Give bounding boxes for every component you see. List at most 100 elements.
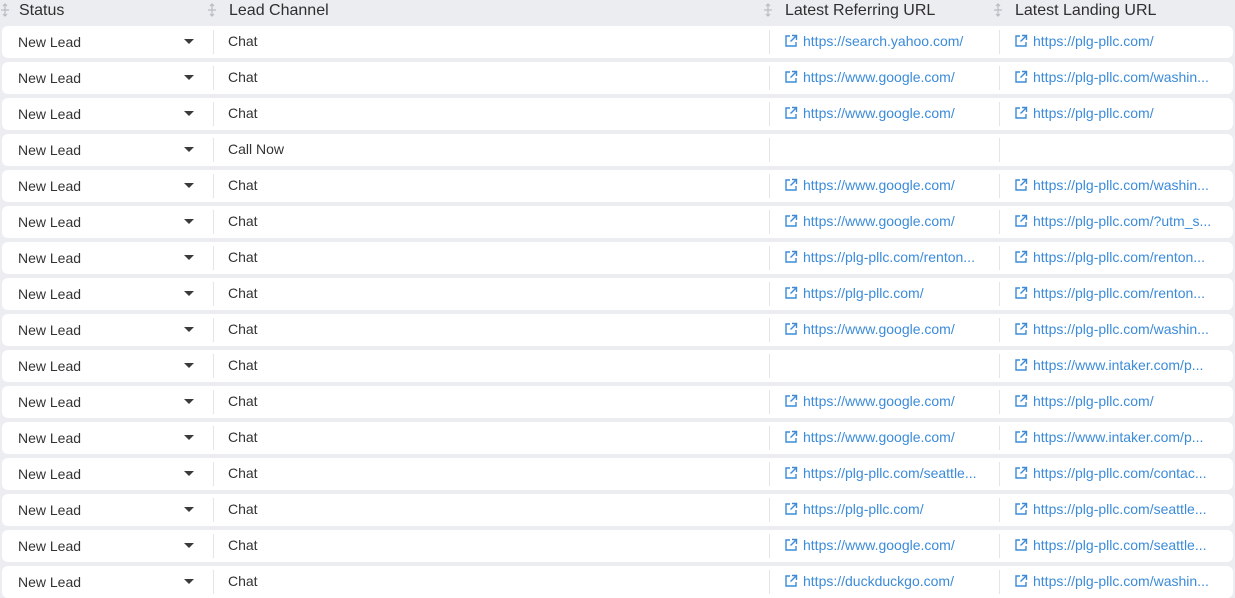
landing-url-link[interactable]: https://plg-pllc.com/washin... [1014,565,1226,597]
external-link-icon[interactable] [1014,574,1028,588]
table-row[interactable]: New Lead Chat https://www.google.com/https… [2,98,1233,130]
table-row[interactable]: New Lead Call Now [2,134,1233,166]
landing-url-link[interactable]: https://www.intaker.com/p... [1014,421,1226,453]
referring-url-link[interactable]: https://duckduckgo.com/ [784,565,996,597]
caret-down-icon[interactable] [184,75,194,80]
external-link-icon[interactable] [1014,322,1028,336]
table-row[interactable]: New Lead Chat https://www.google.com/https… [2,314,1233,346]
external-link-icon[interactable] [1014,538,1028,552]
external-link-icon[interactable] [784,502,798,516]
drag-handle-icon[interactable] [993,3,1003,17]
status-dropdown[interactable]: New Lead [18,98,198,130]
external-link-icon[interactable] [784,466,798,480]
landing-url-link[interactable]: https://plg-pllc.com/ [1014,25,1226,57]
column-header-status[interactable]: Status [19,0,64,22]
external-link-icon[interactable] [1014,178,1028,192]
caret-down-icon[interactable] [184,219,194,224]
external-link-icon[interactable] [784,70,798,84]
drag-handle-icon[interactable] [207,3,217,17]
referring-url-link[interactable]: https://plg-pllc.com/ [784,277,996,309]
caret-down-icon[interactable] [184,363,194,368]
caret-down-icon[interactable] [184,471,194,476]
referring-url-link[interactable]: https://plg-pllc.com/ [784,493,996,525]
external-link-icon[interactable] [784,394,798,408]
landing-url-link[interactable]: https://plg-pllc.com/renton... [1014,241,1226,273]
external-link-icon[interactable] [1014,394,1028,408]
landing-url-link[interactable]: https://plg-pllc.com/washin... [1014,169,1226,201]
external-link-icon[interactable] [1014,34,1028,48]
landing-url-link[interactable]: https://plg-pllc.com/ [1014,385,1226,417]
column-header-latest-landing-url[interactable]: Latest Landing URL [1015,0,1156,22]
caret-down-icon[interactable] [184,399,194,404]
referring-url-link[interactable]: https://www.google.com/ [784,529,996,561]
referring-url-link[interactable]: https://www.google.com/ [784,97,996,129]
landing-url-link[interactable]: https://plg-pllc.com/washin... [1014,313,1226,345]
table-row[interactable]: New Lead Chat https://duckduckgo.com/https… [2,566,1233,598]
status-dropdown[interactable]: New Lead [18,242,198,274]
column-header-lead-channel[interactable]: Lead Channel [229,0,329,22]
table-row[interactable]: New Lead Chat https://www.google.com/https… [2,386,1233,418]
status-dropdown[interactable]: New Lead [18,386,198,418]
external-link-icon[interactable] [784,34,798,48]
caret-down-icon[interactable] [184,543,194,548]
external-link-icon[interactable] [1014,502,1028,516]
status-dropdown[interactable]: New Lead [18,278,198,310]
status-dropdown[interactable]: New Lead [18,314,198,346]
drag-handle-icon[interactable] [763,3,773,17]
caret-down-icon[interactable] [184,111,194,116]
external-link-icon[interactable] [1014,70,1028,84]
external-link-icon[interactable] [784,286,798,300]
referring-url-link[interactable]: https://plg-pllc.com/renton... [784,241,996,273]
external-link-icon[interactable] [1014,214,1028,228]
caret-down-icon[interactable] [184,39,194,44]
status-dropdown[interactable]: New Lead [18,170,198,202]
status-dropdown[interactable]: New Lead [18,62,198,94]
external-link-icon[interactable] [784,322,798,336]
referring-url-link[interactable]: https://plg-pllc.com/seattle... [784,457,996,489]
table-row[interactable]: New Lead Chat https://www.google.com/https… [2,62,1233,94]
caret-down-icon[interactable] [184,579,194,584]
external-link-icon[interactable] [784,178,798,192]
column-header-latest-referring-url[interactable]: Latest Referring URL [785,0,935,22]
referring-url-link[interactable]: https://www.google.com/ [784,169,996,201]
referring-url-link[interactable]: https://www.google.com/ [784,385,996,417]
status-dropdown[interactable]: New Lead [18,530,198,562]
referring-url-link[interactable]: https://www.google.com/ [784,421,996,453]
table-row[interactable]: New Lead Chat https://plg-pllc.com/https:/… [2,494,1233,526]
status-dropdown[interactable]: New Lead [18,26,198,58]
table-row[interactable]: New Lead Chat https://www.google.com/https… [2,170,1233,202]
landing-url-link[interactable]: https://plg-pllc.com/washin... [1014,61,1226,93]
external-link-icon[interactable] [1014,358,1028,372]
table-row[interactable]: New Lead Chat https://search.yahoo.com/htt… [2,26,1233,58]
referring-url-link[interactable]: https://www.google.com/ [784,313,996,345]
status-dropdown[interactable]: New Lead [18,422,198,454]
table-row[interactable]: New Lead Chat https://www.google.com/https… [2,422,1233,454]
status-dropdown[interactable]: New Lead [18,206,198,238]
table-row[interactable]: New Lead Chat https://www.google.com/https… [2,530,1233,562]
table-row[interactable]: New Lead Chat https://plg-pllc.com/renton.… [2,242,1233,274]
caret-down-icon[interactable] [184,147,194,152]
caret-down-icon[interactable] [184,327,194,332]
landing-url-link[interactable]: https://plg-pllc.com/seattle... [1014,529,1226,561]
table-row[interactable]: New Lead Chat https://www.intaker.com/p... [2,350,1233,382]
table-row[interactable]: New Lead Chat https://plg-pllc.com/https:/… [2,278,1233,310]
referring-url-link[interactable]: https://www.google.com/ [784,61,996,93]
table-row[interactable]: New Lead Chat https://www.google.com/https… [2,206,1233,238]
external-link-icon[interactable] [1014,466,1028,480]
landing-url-link[interactable]: https://plg-pllc.com/ [1014,97,1226,129]
drag-handle-icon[interactable] [0,3,10,17]
external-link-icon[interactable] [1014,250,1028,264]
caret-down-icon[interactable] [184,255,194,260]
external-link-icon[interactable] [784,214,798,228]
external-link-icon[interactable] [1014,106,1028,120]
external-link-icon[interactable] [784,430,798,444]
landing-url-link[interactable]: https://plg-pllc.com/renton... [1014,277,1226,309]
external-link-icon[interactable] [1014,286,1028,300]
landing-url-link[interactable]: https://plg-pllc.com/contac... [1014,457,1226,489]
referring-url-link[interactable]: https://www.google.com/ [784,205,996,237]
external-link-icon[interactable] [784,250,798,264]
landing-url-link[interactable]: https://www.intaker.com/p... [1014,349,1226,381]
caret-down-icon[interactable] [184,435,194,440]
table-row[interactable]: New Lead Chat https://plg-pllc.com/seattle… [2,458,1233,490]
caret-down-icon[interactable] [184,183,194,188]
